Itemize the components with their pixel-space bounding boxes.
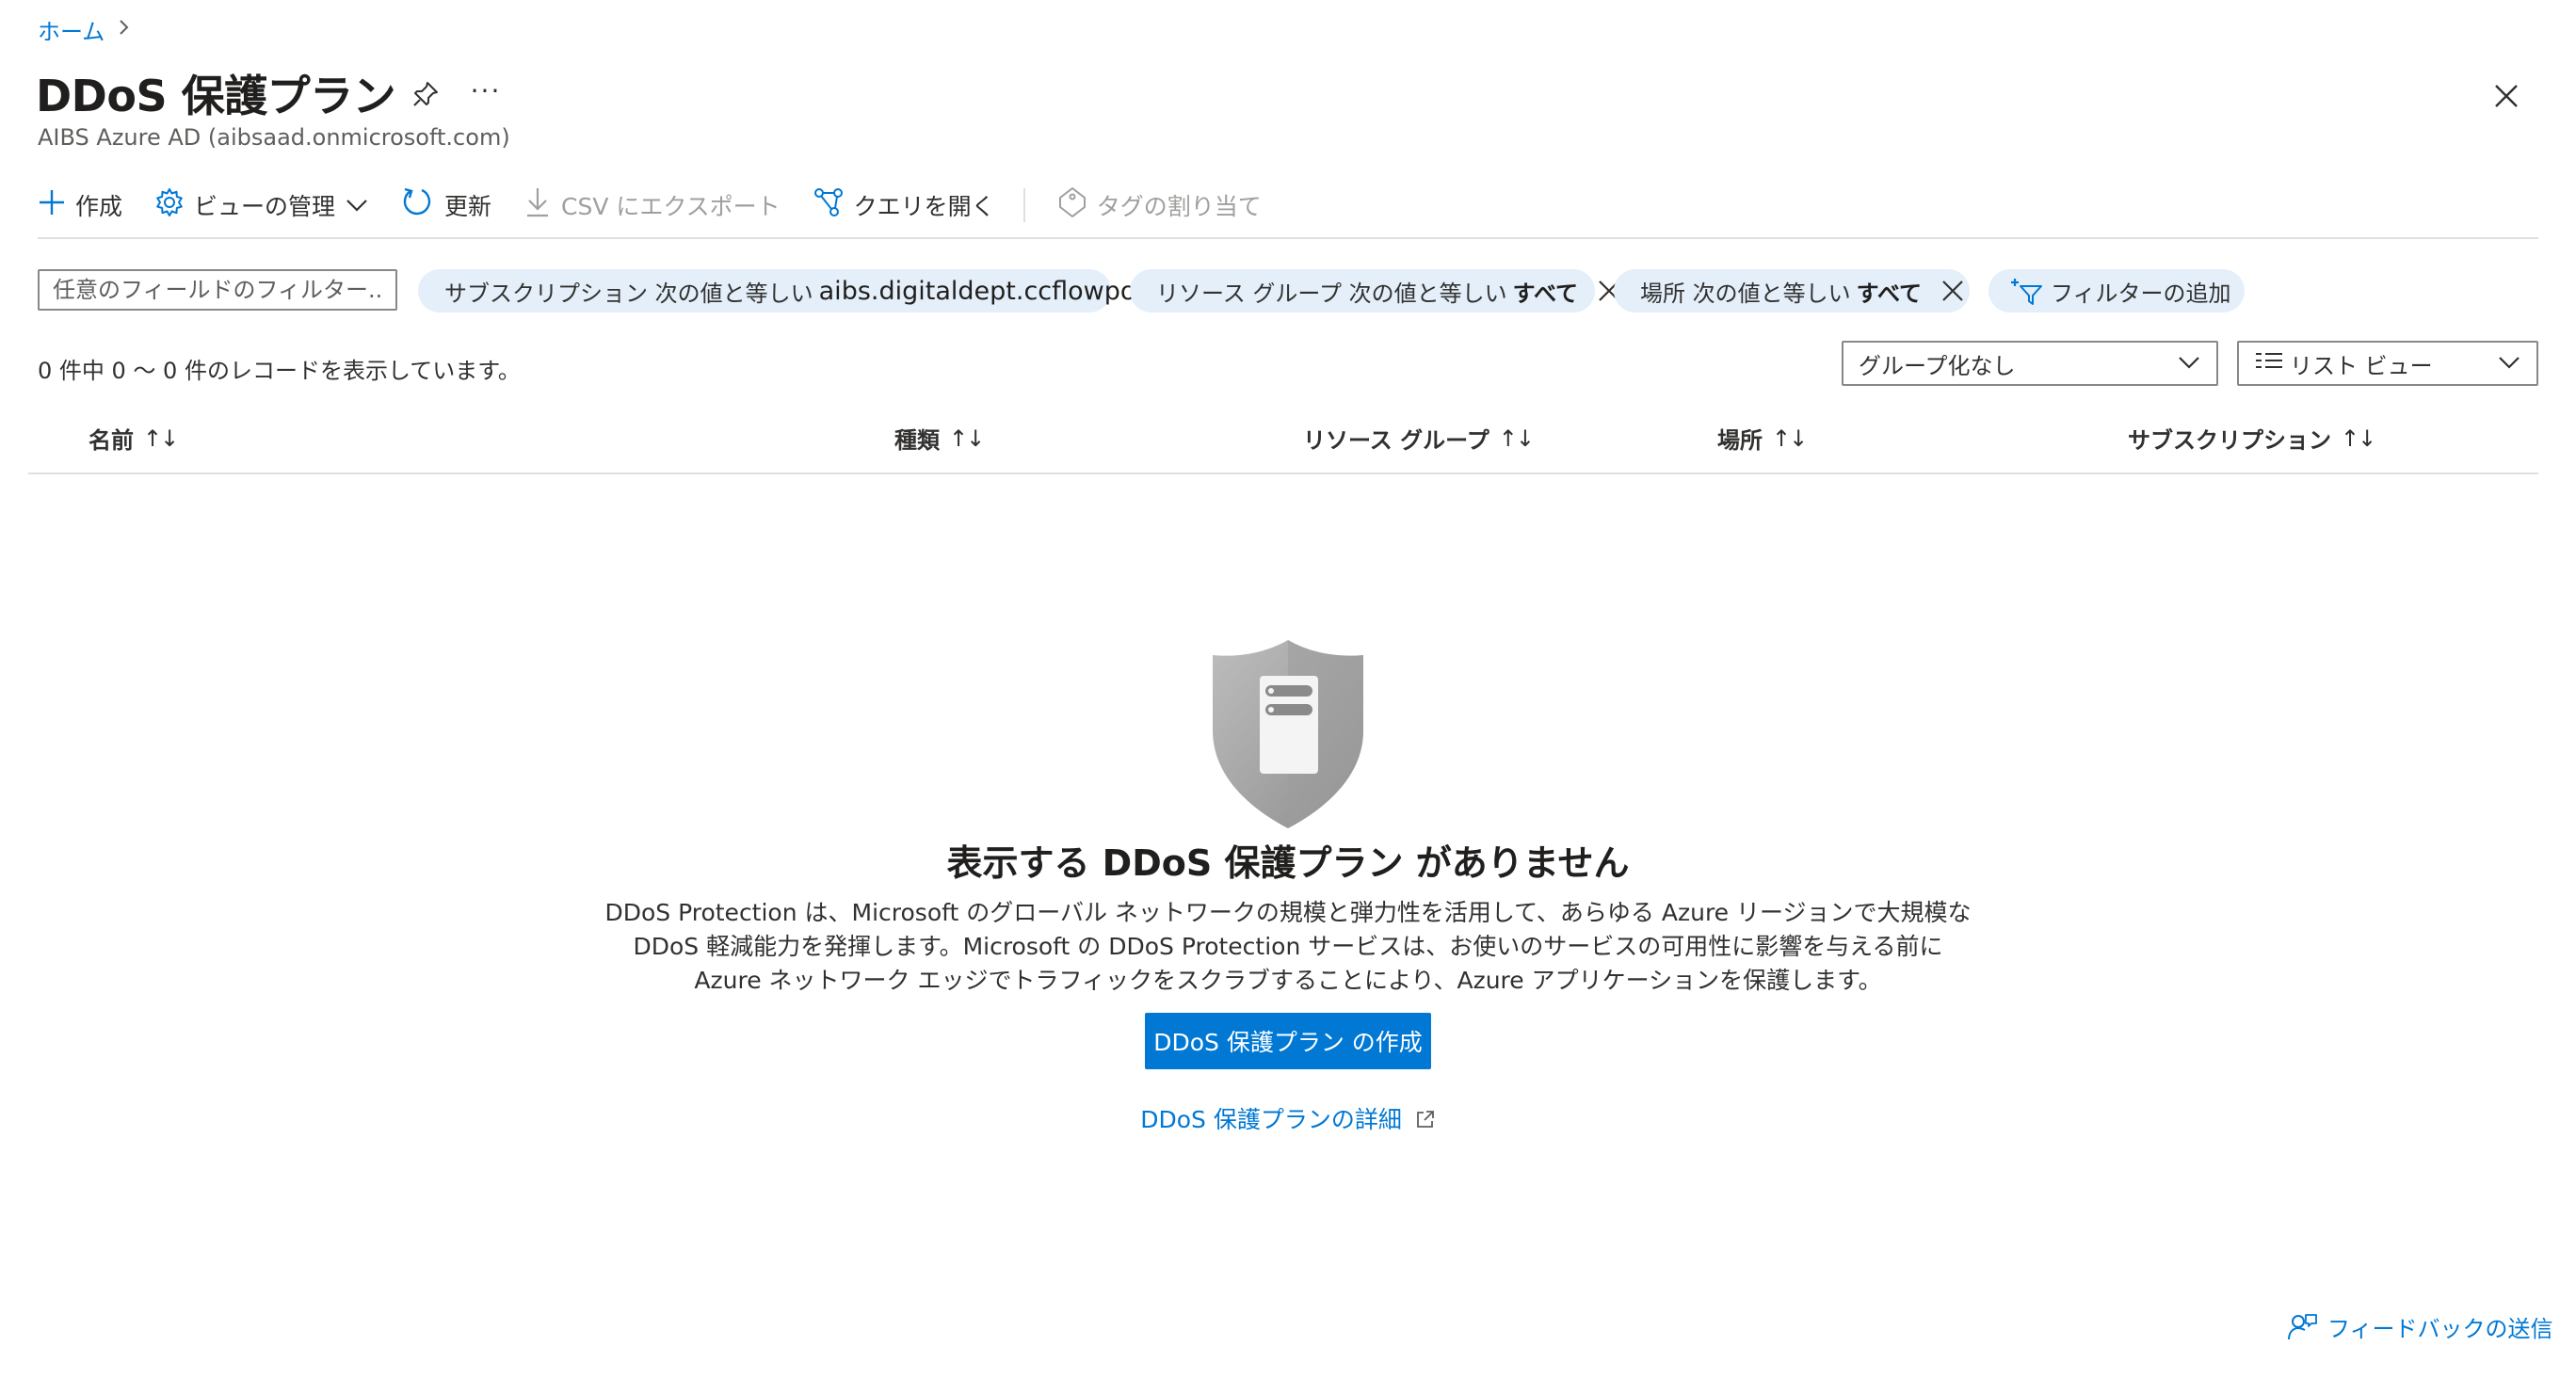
close-icon[interactable] xyxy=(2486,75,2527,117)
view-mode-selection: リスト ビュー xyxy=(2254,347,2433,380)
open-query-button[interactable]: クエリを開く xyxy=(813,186,995,224)
view-mode-dropdown-value: リスト ビュー xyxy=(2290,352,2433,379)
location-filter-pill[interactable]: 場所 次の値と等しい すべて xyxy=(1614,269,1970,312)
tag-icon xyxy=(1057,186,1087,224)
page-title: DDoS 保護プラン xyxy=(36,71,396,121)
manage-view-button[interactable]: ビューの管理 xyxy=(154,187,369,223)
learn-more-link[interactable]: DDoS 保護プランの詳細 xyxy=(1140,1106,1402,1133)
refresh-button[interactable]: 更新 xyxy=(401,185,491,225)
filter-input[interactable] xyxy=(38,269,397,311)
empty-state-description: DDoS Protection は、Microsoft のグローバル ネットワー… xyxy=(0,896,2576,998)
export-csv-label: CSV にエクスポート xyxy=(561,193,781,220)
add-filter-button[interactable]: フィルターの追加 xyxy=(1988,269,2245,312)
empty-state-description-line: DDoS 軽減能力を発揮します。Microsoft の DDoS Protect… xyxy=(633,933,1943,960)
assign-tags-button[interactable]: タグの割り当て xyxy=(1057,186,1262,224)
location-filter-value: すべて xyxy=(1856,280,1923,307)
query-icon xyxy=(813,186,845,224)
grouping-dropdown-value: グループ化なし xyxy=(1859,352,2016,379)
gear-icon xyxy=(154,187,185,223)
export-csv-button[interactable]: CSV にエクスポート xyxy=(523,186,781,224)
pin-icon[interactable] xyxy=(407,75,444,113)
breadcrumb-home-link[interactable]: ホーム xyxy=(38,13,105,46)
breadcrumb-chevron-icon xyxy=(118,18,131,42)
column-header-subscription[interactable]: サブスクリプション ↑↓ xyxy=(2128,422,2376,455)
chevron-down-icon xyxy=(2177,350,2201,377)
assign-tags-label: タグの割り当て xyxy=(1096,193,1262,220)
toolbar-divider xyxy=(38,237,2538,239)
sort-icon: ↑↓ xyxy=(1772,425,1808,452)
external-link-icon xyxy=(1415,1108,1436,1135)
more-icon[interactable]: ··· xyxy=(467,72,505,109)
location-filter-label: 場所 次の値と等しい xyxy=(1640,280,1851,307)
open-query-label: クエリを開く xyxy=(853,193,995,220)
resource-group-filter-label: リソース グループ 次の値と等しい xyxy=(1156,280,1507,307)
column-header-label: リソース グループ xyxy=(1303,427,1489,454)
toolbar-separator xyxy=(1022,188,1025,222)
subscription-filter-value: aibs.digitaldept.ccflowpoc xyxy=(818,276,1151,306)
send-feedback-label: フィードバックの送信 xyxy=(2327,1316,2553,1342)
close-icon[interactable] xyxy=(1940,279,1965,303)
column-header-label: 場所 xyxy=(1717,427,1763,454)
create-label: 作成 xyxy=(75,193,123,220)
empty-state-title: 表示する DDoS 保護プラン がありません xyxy=(946,842,1630,884)
resource-group-filter-pill[interactable]: リソース グループ 次の値と等しい すべて xyxy=(1130,269,1619,312)
command-bar: 作成 ビューの管理 更新 CSV にエクスポート クエリを開く タグの割り当て xyxy=(38,184,1294,226)
empty-state-description-line: DDoS Protection は、Microsoft のグローバル ネットワー… xyxy=(604,899,1972,926)
add-filter-label: フィルターの追加 xyxy=(2051,280,2231,307)
chevron-down-icon xyxy=(2497,350,2521,377)
grouping-dropdown[interactable]: グループ化なし xyxy=(1842,341,2218,386)
sort-icon: ↑↓ xyxy=(2341,425,2376,452)
list-icon xyxy=(2254,349,2284,377)
column-header-label: 名前 xyxy=(89,427,134,454)
filter-add-icon xyxy=(2009,275,2043,307)
column-header-name[interactable]: 名前 ↑↓ xyxy=(89,422,179,455)
subscription-filter-label: サブスクリプション 次の値と等しい xyxy=(444,280,813,307)
refresh-label: 更新 xyxy=(444,193,492,220)
manage-view-label: ビューの管理 xyxy=(194,193,336,220)
column-header-resource-group[interactable]: リソース グループ ↑↓ xyxy=(1303,422,1535,455)
empty-state-description-line: Azure ネットワーク エッジでトラフィックをスクラブすることにより、Azur… xyxy=(694,967,1882,994)
breadcrumb: ホーム xyxy=(38,13,131,46)
create-ddos-plan-button[interactable]: DDoS 保護プラン の作成 xyxy=(1145,1013,1431,1069)
sort-icon: ↑↓ xyxy=(949,425,985,452)
plus-icon xyxy=(38,188,66,222)
sort-icon: ↑↓ xyxy=(1498,425,1535,452)
send-feedback-link[interactable]: フィードバックの送信 xyxy=(2286,1310,2553,1343)
page-subtitle: AIBS Azure AD (aibsaad.onmicrosoft.com) xyxy=(38,124,510,151)
refresh-icon xyxy=(401,185,435,225)
chevron-down-icon xyxy=(345,192,369,219)
column-header-location[interactable]: 場所 ↑↓ xyxy=(1717,422,1808,455)
sort-icon: ↑↓ xyxy=(143,425,179,452)
resource-group-filter-value: すべて xyxy=(1512,280,1578,307)
column-header-type[interactable]: 種類 ↑↓ xyxy=(894,422,985,455)
view-mode-dropdown[interactable]: リスト ビュー xyxy=(2237,341,2538,386)
shield-icon xyxy=(1205,636,1371,836)
download-icon xyxy=(523,186,552,224)
table-header-divider xyxy=(28,473,2538,474)
record-count: 0 件中 0 ～ 0 件のレコードを表示しています。 xyxy=(38,358,521,384)
subscription-filter-pill[interactable]: サブスクリプション 次の値と等しい aibs.digitaldept.ccflo… xyxy=(418,269,1150,312)
create-button[interactable]: 作成 xyxy=(38,188,122,222)
learn-more-link-row: DDoS 保護プランの詳細 xyxy=(0,1101,2576,1135)
column-header-label: 種類 xyxy=(894,427,940,454)
column-header-label: サブスクリプション xyxy=(2128,427,2331,454)
feedback-icon xyxy=(2286,1311,2318,1343)
